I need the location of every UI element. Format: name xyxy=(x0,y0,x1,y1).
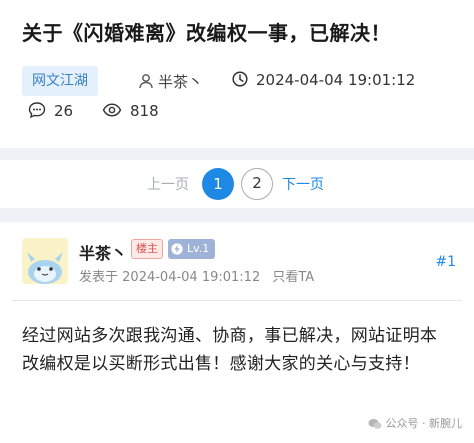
thread-time: 2024-04-04 19:01:12 xyxy=(232,71,415,89)
view-count: 818 xyxy=(102,101,159,120)
poster-name[interactable]: 半茶丶 xyxy=(79,240,127,264)
thread-header: 关于《闪婚难离》改编权一事，已解决！ 网文江湖 半茶丶 2024-04-04 1… xyxy=(0,0,474,148)
level-badge-text: Lv.1 xyxy=(187,242,210,255)
level-badge: Lv.1 xyxy=(168,239,216,259)
page-2-button[interactable]: 2 xyxy=(241,168,273,200)
avatar-image xyxy=(22,238,68,284)
pagination: 上一页 1 2 下一页 xyxy=(0,160,474,208)
post-content: 经过网站多次跟我沟通、协商，事已解决，网站证明本改编权是以买断形式出售！感谢大家… xyxy=(22,326,438,374)
posted-time: 2024-04-04 19:01:12 xyxy=(122,270,261,285)
thread-time-value: 2024-04-04 19:01:12 xyxy=(256,71,416,89)
posted-prefix: 发表于 xyxy=(79,270,119,285)
comment-count-value: 26 xyxy=(54,102,74,120)
comment-icon xyxy=(28,102,46,119)
section-divider xyxy=(0,148,474,160)
view-count-value: 818 xyxy=(130,102,159,120)
post-card: 半茶丶 楼主 Lv.1 发表于 2024-04-04 19:01:12 只看TA… xyxy=(0,222,474,443)
only-author-link[interactable]: 只看TA xyxy=(272,270,314,285)
clock-icon xyxy=(232,71,248,87)
wechat-icon xyxy=(368,419,381,429)
next-page-button[interactable]: 下一页 xyxy=(282,174,324,194)
section-divider xyxy=(0,208,474,222)
thread-author[interactable]: 半茶丶 xyxy=(138,71,203,92)
thread-title: 关于《闪婚难离》改编权一事，已解决！ xyxy=(22,21,391,45)
prev-page-button[interactable]: 上一页 xyxy=(147,174,189,194)
avatar[interactable] xyxy=(22,238,68,284)
user-icon xyxy=(139,74,153,89)
category-tag[interactable]: 网文江湖 xyxy=(22,66,98,96)
watermark-text: 公众号 · 新腕儿 xyxy=(385,417,463,430)
lightning-icon xyxy=(171,243,183,255)
thread-author-name: 半茶丶 xyxy=(158,73,204,91)
thread-meta: 网文江湖 半茶丶 2024-04-04 19:01:12 xyxy=(22,66,462,98)
eye-icon xyxy=(102,103,122,117)
watermark: 公众号 · 新腕儿 xyxy=(368,415,463,431)
owner-badge: 楼主 xyxy=(131,239,163,259)
page-1-button[interactable]: 1 xyxy=(202,168,234,200)
post-divider xyxy=(12,300,462,301)
floor-number[interactable]: #1 xyxy=(435,254,456,270)
post-meta: 发表于 2024-04-04 19:01:12 只看TA xyxy=(79,266,314,285)
comment-count[interactable]: 26 xyxy=(28,101,73,120)
